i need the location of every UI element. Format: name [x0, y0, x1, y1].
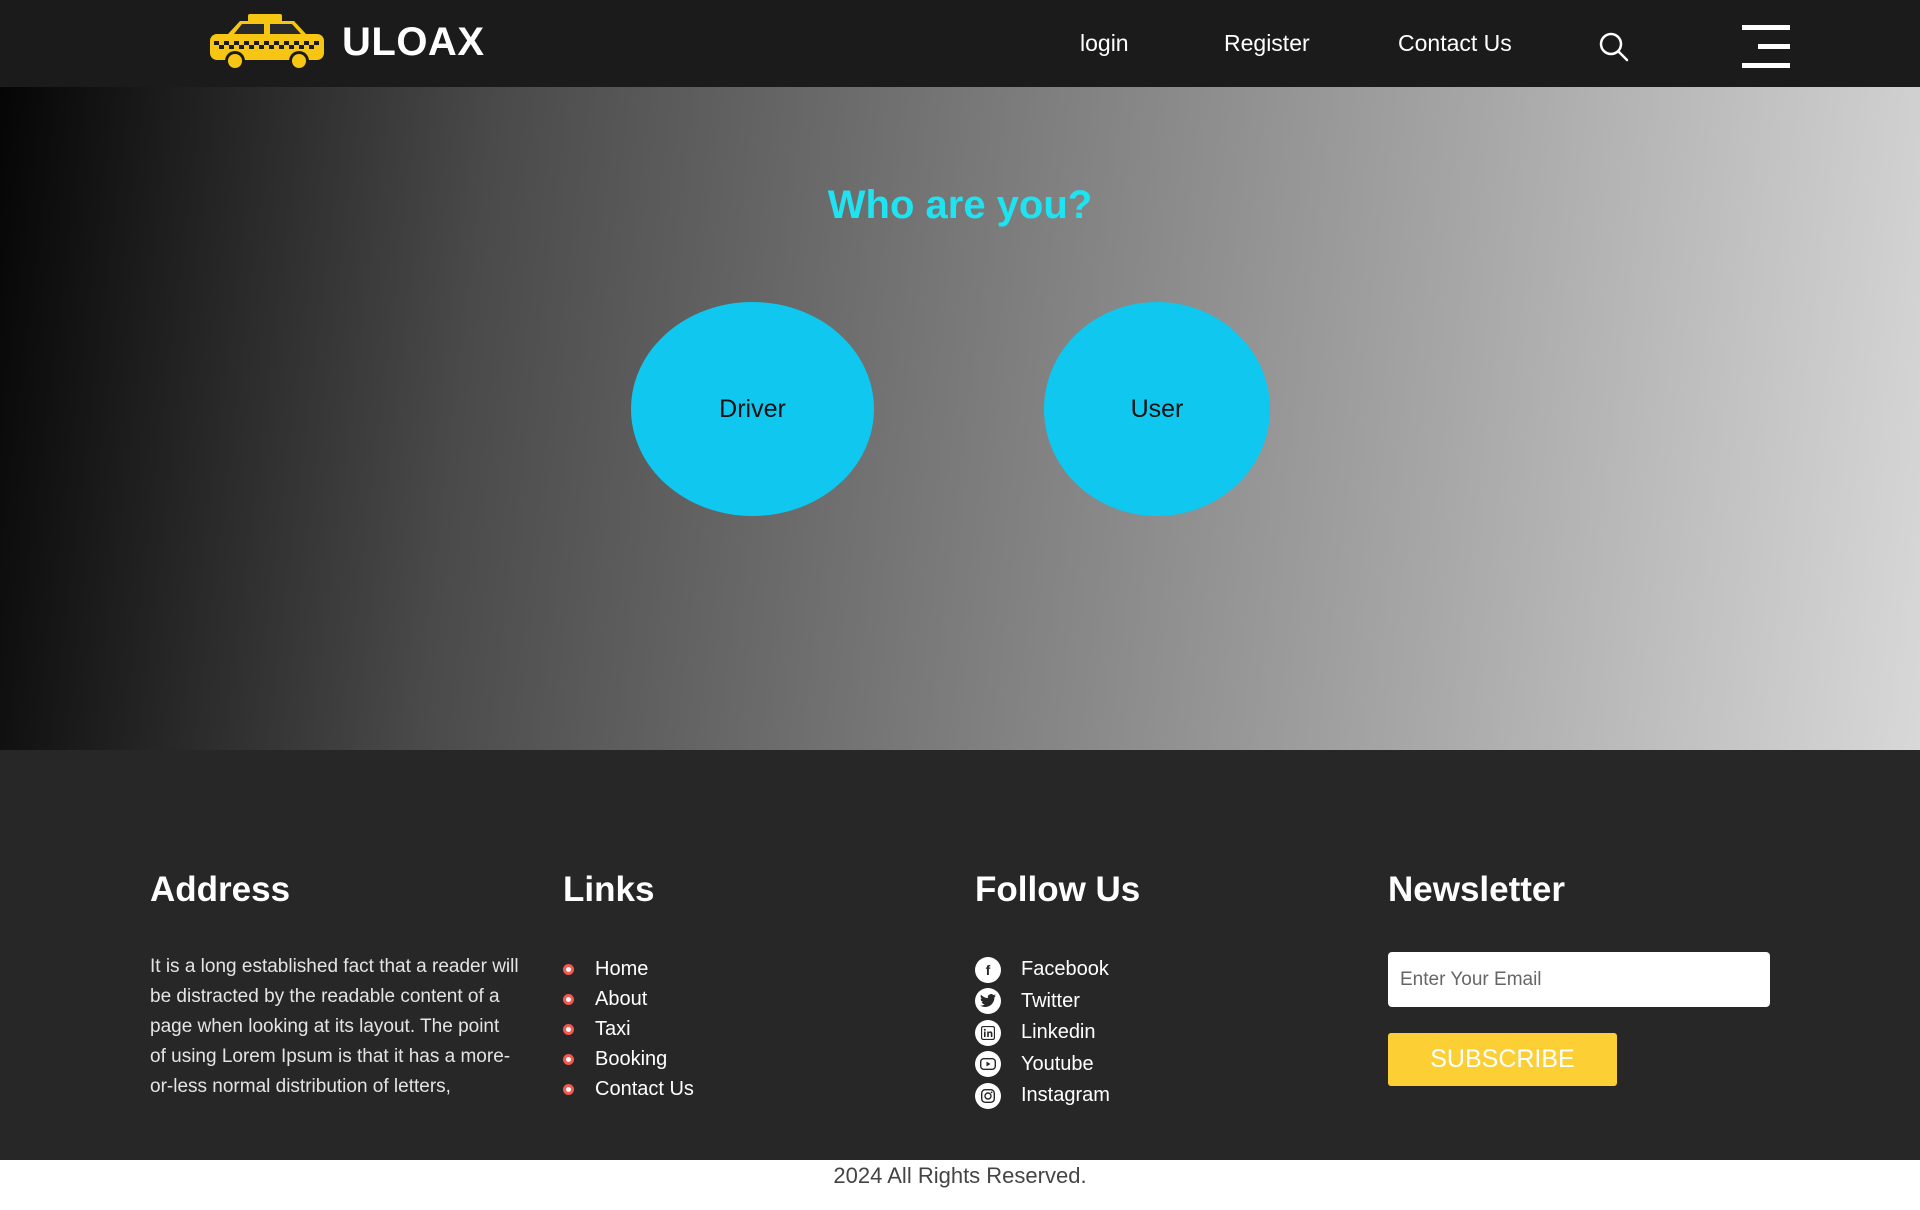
social-list: f Facebook Twitter Linkedin Youtube Inst… — [975, 954, 1140, 1112]
driver-role-button[interactable]: Driver — [631, 302, 874, 516]
list-item: Home — [563, 954, 694, 984]
twitter-icon — [975, 988, 1001, 1015]
nav-login-link[interactable]: login — [1080, 30, 1129, 57]
linkedin-icon — [975, 1019, 1001, 1046]
list-item: Booking — [563, 1044, 694, 1074]
hamburger-menu-button[interactable] — [1740, 25, 1790, 68]
page-title: Who are you? — [827, 183, 1093, 227]
menu-line-icon — [1742, 25, 1790, 30]
footer-link-taxi[interactable]: Taxi — [595, 1018, 631, 1041]
bullet-icon — [563, 993, 574, 1005]
list-item: Linkedin — [975, 1017, 1140, 1049]
footer-links-column: Links Home About Taxi Booking Contact Us — [563, 870, 694, 1104]
links-heading: Links — [563, 870, 655, 909]
list-item: Youtube — [975, 1049, 1140, 1081]
brand-name: ULOAX — [342, 19, 485, 64]
newsletter-heading: Newsletter — [1388, 870, 1566, 909]
footer-link-booking[interactable]: Booking — [595, 1048, 667, 1071]
menu-line-icon — [1758, 44, 1790, 49]
list-item: f Facebook — [975, 954, 1140, 986]
bullet-icon — [563, 1083, 574, 1095]
user-role-button[interactable]: User — [1044, 302, 1270, 516]
address-text: It is a long established fact that a rea… — [150, 956, 519, 1097]
instagram-icon — [975, 1082, 1001, 1109]
youtube-link[interactable]: Youtube — [1021, 1053, 1094, 1076]
instagram-link[interactable]: Instagram — [1021, 1084, 1110, 1107]
search-button[interactable] — [1598, 31, 1630, 63]
role-selection-section: Who are you? Driver User — [0, 87, 1920, 750]
brand-logo[interactable]: ULOAX — [208, 12, 485, 72]
address-heading: Address — [150, 870, 291, 909]
taxi-icon — [210, 14, 324, 71]
footer-newsletter-column: Newsletter Subscribe — [1388, 870, 1770, 1086]
footer-link-contact[interactable]: Contact Us — [595, 1078, 694, 1101]
subscribe-button[interactable]: Subscribe — [1388, 1033, 1617, 1086]
footer-follow-column: Follow Us f Facebook Twitter Linkedin Yo… — [975, 870, 1140, 1112]
email-field[interactable] — [1388, 952, 1770, 1007]
links-list: Home About Taxi Booking Contact Us — [563, 954, 694, 1104]
facebook-link[interactable]: Facebook — [1021, 958, 1109, 981]
site-footer: Address It is a long established fact th… — [0, 750, 1920, 1160]
twitter-link[interactable]: Twitter — [1021, 990, 1080, 1013]
site-header: ULOAX login Register Contact Us — [0, 0, 1920, 87]
footer-link-about[interactable]: About — [595, 988, 647, 1011]
list-item: Contact Us — [563, 1074, 694, 1104]
list-item: About — [563, 984, 694, 1014]
linkedin-link[interactable]: Linkedin — [1021, 1021, 1096, 1044]
nav-register-link[interactable]: Register — [1224, 30, 1310, 57]
bullet-icon — [563, 963, 574, 975]
youtube-icon — [975, 1051, 1001, 1078]
bullet-icon — [563, 1023, 574, 1035]
search-icon — [1599, 32, 1629, 62]
nav-contact-link[interactable]: Contact Us — [1398, 30, 1512, 57]
bullet-icon — [563, 1053, 574, 1065]
footer-link-home[interactable]: Home — [595, 958, 648, 981]
copyright-text: 2024 All Rights Reserved. — [0, 1160, 1920, 1210]
footer-address-column: Address It is a long established fact th… — [150, 870, 520, 1102]
list-item: Taxi — [563, 1014, 694, 1044]
list-item: Twitter — [975, 986, 1140, 1018]
menu-line-icon — [1742, 63, 1790, 68]
follow-heading: Follow Us — [975, 870, 1141, 909]
facebook-icon: f — [975, 956, 1001, 983]
list-item: Instagram — [975, 1080, 1140, 1112]
